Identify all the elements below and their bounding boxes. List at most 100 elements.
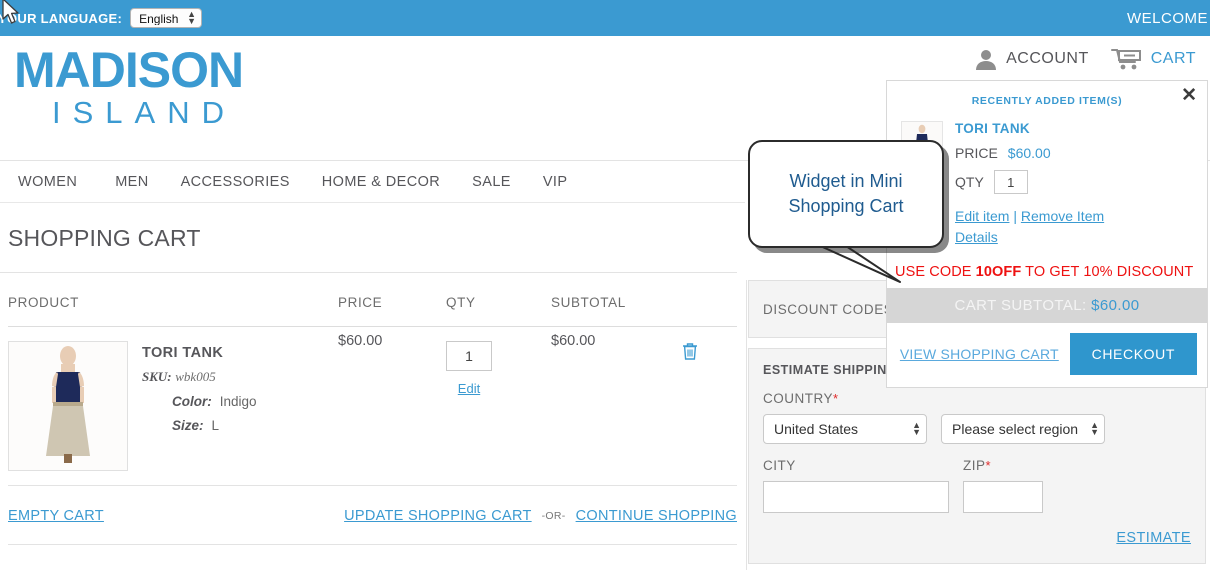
view-shopping-cart-link[interactable]: VIEW SHOPPING CART	[897, 346, 1062, 362]
site-logo[interactable]: MADISON ISLAND	[14, 44, 244, 130]
empty-cart-link[interactable]: EMPTY CART	[8, 508, 104, 524]
zip-input[interactable]	[963, 481, 1043, 513]
sku-label: SKU:	[142, 369, 172, 384]
mini-cart-qty-label: QTY	[955, 174, 984, 190]
city-label: CITY	[763, 458, 796, 473]
link-separator: |	[1013, 208, 1017, 224]
zip-required-marker: *	[985, 458, 992, 473]
column-header-actions	[681, 273, 737, 327]
page-title: SHOPPING CART	[0, 203, 737, 273]
mini-cart-heading: RECENTLY ADDED ITEM(S)	[971, 95, 1123, 107]
mouse-cursor	[2, 0, 22, 31]
mini-cart-details-link[interactable]: Details	[955, 229, 998, 245]
nav-item-home-decor[interactable]: HOME & DECOR	[322, 174, 472, 190]
shopping-cart-section: PRODUCT PRICE QTY SUBTOTAL TORI TANK SKU…	[0, 273, 737, 545]
product-option-size: Size: L	[142, 418, 257, 433]
nav-item-vip[interactable]: VIP	[543, 174, 600, 190]
header-links: ACCOUNT CART	[974, 48, 1196, 70]
city-input[interactable]	[763, 481, 949, 513]
zip-label: ZIP*	[963, 458, 1149, 473]
callout-bubble: Widget in Mini Shopping Cart	[748, 140, 944, 248]
country-label-text: COUNTRY	[763, 391, 834, 406]
country-select-wrapper[interactable]: United States ▲ ▼	[763, 414, 927, 444]
discount-codes-label: DISCOUNT CODES	[763, 301, 894, 317]
cell-product: TORI TANK SKU: wbk005 Color: Indigo Size:…	[8, 326, 338, 486]
callout-line-2: Shopping Cart	[788, 196, 904, 216]
mini-cart-subtotal-label: CART SUBTOTAL:	[954, 297, 1087, 314]
product-thumbnail[interactable]	[8, 341, 128, 471]
product-info: TORI TANK SKU: wbk005 Color: Indigo Size:…	[142, 341, 257, 471]
table-row: TORI TANK SKU: wbk005 Color: Indigo Size:…	[8, 326, 737, 486]
close-icon[interactable]: ✕	[1181, 86, 1197, 105]
mini-cart-price-row: PRICE $60.00	[955, 145, 1104, 161]
cart-header-row: PRODUCT PRICE QTY SUBTOTAL	[8, 273, 737, 327]
product-sku: SKU: wbk005	[142, 369, 257, 385]
mini-cart-qty-input[interactable]	[993, 170, 1028, 194]
country-select[interactable]: United States	[763, 414, 927, 444]
qty-input[interactable]	[446, 341, 492, 371]
mini-cart-remove-item-link[interactable]: Remove Item	[1021, 208, 1104, 224]
promo-code: 10OFF	[975, 264, 1022, 280]
mini-cart-footer: VIEW SHOPPING CART CHECKOUT	[887, 323, 1207, 387]
callout-text: Widget in Mini Shopping Cart	[788, 169, 903, 219]
promo-suffix: TO GET 10% DISCOUNT	[1021, 264, 1194, 280]
shopping-cart-icon	[1110, 48, 1143, 70]
option-label-size: Size:	[172, 418, 204, 433]
mini-cart-header: RECENTLY ADDED ITEM(S) ✕	[887, 81, 1207, 117]
logo-secondary-text: ISLAND	[52, 95, 236, 130]
required-marker: *	[833, 391, 839, 406]
mini-cart-price-label: PRICE	[955, 145, 998, 161]
update-shopping-cart-link[interactable]: UPDATE SHOPPING CART	[344, 508, 532, 524]
region-select-wrapper[interactable]: Please select region, state or province …	[941, 414, 1105, 444]
nav-item-sale[interactable]: SALE	[472, 174, 543, 190]
sku-value: wbk005	[175, 369, 216, 384]
edit-item-link[interactable]: Edit	[446, 381, 492, 396]
product-name[interactable]: TORI TANK	[142, 345, 257, 361]
language-bar: YOUR LANGUAGE: English ▲ ▼ WELCOME	[0, 0, 1210, 36]
country-region-row: United States ▲ ▼ Please select region, s…	[763, 414, 1191, 444]
language-select[interactable]: English	[130, 8, 203, 28]
main-navigation: WOMEN MEN ACCESSORIES HOME & DECOR SALE …	[0, 161, 745, 203]
cell-subtotal: $60.00	[551, 326, 681, 486]
city-zip-inputs	[763, 481, 1191, 513]
account-label: ACCOUNT	[1006, 50, 1089, 67]
cell-qty: Edit	[446, 326, 551, 486]
mini-cart-item-links: Edit item | Remove Item Details	[955, 206, 1104, 248]
region-select[interactable]: Please select region, state or province	[941, 414, 1105, 444]
mini-cart-qty-row: QTY	[955, 170, 1104, 194]
mini-cart-item-info: TORI TANK PRICE $60.00 QTY Edit item | R…	[955, 121, 1104, 248]
nav-item-accessories[interactable]: ACCESSORIES	[181, 174, 322, 190]
cart-label: CART	[1150, 50, 1196, 67]
checkout-button[interactable]: CHECKOUT	[1069, 333, 1197, 375]
column-header-subtotal: SUBTOTAL	[551, 273, 681, 327]
nav-item-men[interactable]: MEN	[115, 174, 180, 190]
estimate-link[interactable]: ESTIMATE	[1116, 530, 1191, 546]
cell-price: $60.00	[338, 326, 446, 486]
cell-remove	[681, 326, 737, 486]
callout-line-1: Widget in Mini	[789, 171, 903, 191]
person-icon	[974, 48, 998, 70]
country-label: COUNTRY*	[763, 391, 1191, 406]
mini-cart-item-name[interactable]: TORI TANK	[955, 121, 1104, 136]
option-label-color: Color:	[172, 394, 212, 409]
promo-message: USE CODE 10OFF TO GET 10% DISCOUNT	[887, 258, 1207, 288]
city-zip-labels: CITY ZIP*	[763, 444, 1191, 473]
cart-link[interactable]: CART	[1110, 48, 1196, 70]
mini-cart-subtotal-value: $60.00	[1091, 297, 1140, 314]
mini-cart-edit-item-link[interactable]: Edit item	[955, 208, 1009, 224]
language-select-wrapper[interactable]: English ▲ ▼	[130, 8, 203, 28]
language-switcher[interactable]: YOUR LANGUAGE: English ▲ ▼	[0, 8, 203, 28]
cart-action-bar: EMPTY CART UPDATE SHOPPING CART -OR- CON…	[8, 486, 737, 545]
trash-icon[interactable]	[681, 343, 699, 365]
column-header-qty: QTY	[446, 273, 551, 327]
nav-item-women[interactable]: WOMEN	[18, 174, 115, 190]
mini-cart-price-value: $60.00	[1007, 145, 1051, 161]
account-link[interactable]: ACCOUNT	[974, 48, 1089, 70]
mini-cart-subtotal-bar: CART SUBTOTAL: $60.00	[887, 288, 1207, 323]
estimate-action-row: ESTIMATE	[763, 529, 1191, 547]
or-separator: -OR-	[541, 510, 566, 522]
column-header-product: PRODUCT	[8, 273, 338, 327]
welcome-message: WELCOME	[1126, 9, 1208, 27]
option-value-color: Indigo	[219, 394, 257, 409]
continue-shopping-link[interactable]: CONTINUE SHOPPING	[576, 508, 737, 524]
